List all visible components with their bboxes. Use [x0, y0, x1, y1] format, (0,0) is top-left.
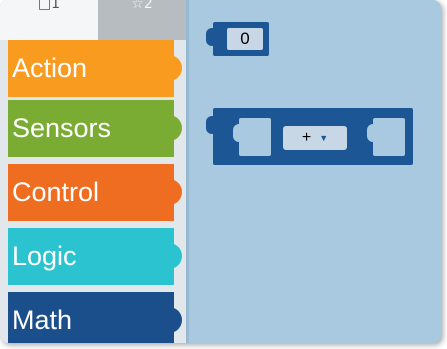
category-sensors-connector	[166, 115, 182, 141]
left-operand-slot[interactable]	[233, 118, 271, 156]
category-sensors[interactable]: Sensors	[8, 100, 182, 157]
category-sensors-label: Sensors	[12, 113, 112, 143]
toolbox: □1 ☆2 Action Sensors Control Logic Math	[0, 0, 186, 343]
tab-2[interactable]: ☆2	[98, 0, 186, 40]
tab-2-label: ☆2	[131, 0, 153, 12]
category-control-label: Control	[12, 177, 100, 207]
category-action[interactable]: Action	[8, 40, 182, 97]
category-logic[interactable]: Logic	[8, 228, 182, 285]
blockly-editor: □1 ☆2 Action Sensors Control Logic Math …	[0, 0, 441, 343]
category-math-label: Math	[12, 305, 73, 335]
number-block[interactable]: 0	[206, 22, 269, 56]
category-logic-label: Logic	[12, 241, 77, 271]
tab-1[interactable]: □1	[0, 0, 98, 40]
category-action-connector	[166, 55, 182, 81]
category-action-label: Action	[12, 53, 88, 83]
category-control-connector	[166, 179, 182, 205]
operator-label: +	[301, 129, 312, 146]
number-block-output-connector	[206, 28, 216, 46]
right-slot-connector	[367, 124, 377, 142]
tab-1-label: □1	[37, 0, 61, 12]
operator-dropdown[interactable]: + ▼	[283, 126, 347, 150]
category-logic-connector	[166, 243, 182, 269]
arithmetic-block[interactable]: + ▼	[206, 108, 413, 165]
toolbox-tabs: □1 ☆2	[0, 0, 186, 40]
category-control[interactable]: Control	[8, 164, 182, 221]
triangle-down-icon: ▼	[319, 133, 329, 143]
left-slot-connector	[233, 124, 243, 142]
toolbox-divider	[186, 0, 189, 343]
category-math[interactable]: Math	[8, 292, 182, 343]
right-operand-slot[interactable]	[367, 118, 405, 156]
arithmetic-block-output-connector	[206, 116, 216, 134]
number-field[interactable]: 0	[227, 28, 263, 50]
category-math-connector	[166, 307, 182, 333]
